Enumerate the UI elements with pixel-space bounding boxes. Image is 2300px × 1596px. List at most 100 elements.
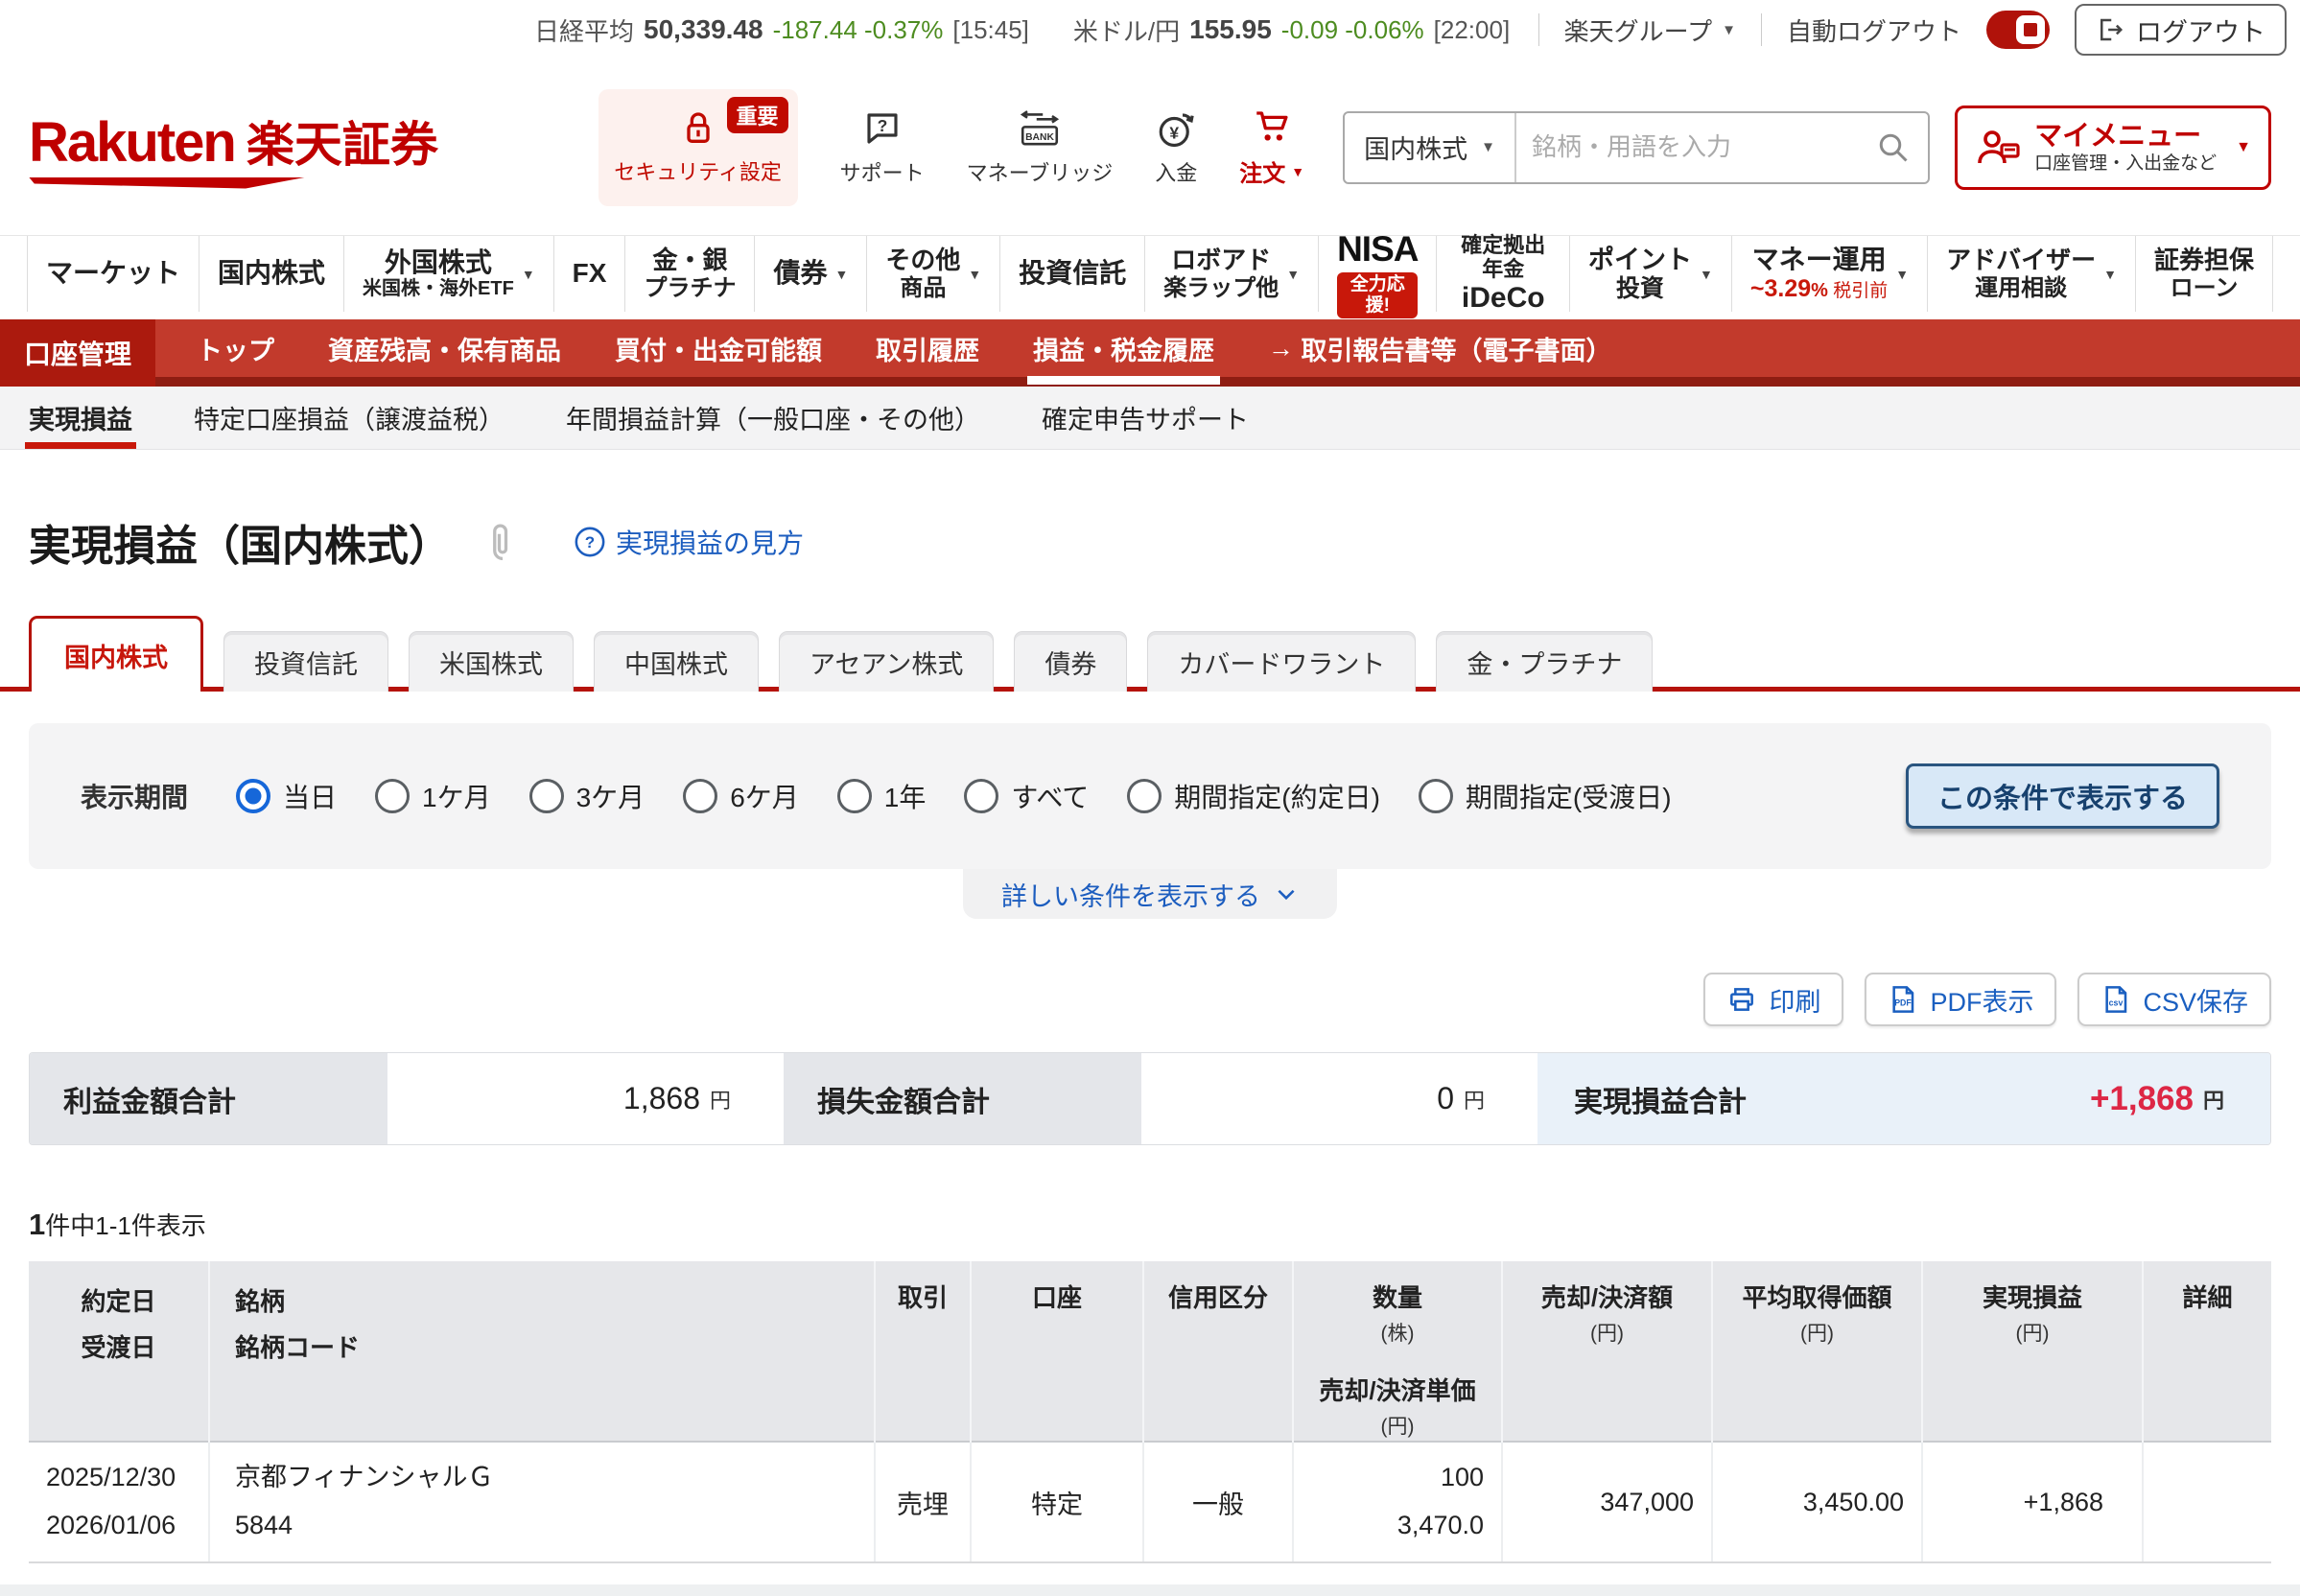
nav-item-account-management[interactable]: 口座管理 [0,319,155,387]
subtab-annual-pl[interactable]: 年間損益計算（一般口座・その他） [566,387,980,449]
radio-icon [683,779,717,813]
nikkei-time: [15:45] [952,15,1029,45]
col-trade: 取引 [875,1261,971,1442]
nav-item-advisor[interactable]: アドバイザー運用相談▼ [1927,236,2135,312]
help-link[interactable]: ? 実現損益の見方 [574,523,804,561]
nav-item-roboadvisor[interactable]: ロボアド楽ラップ他▼ [1144,236,1318,312]
svg-text:?: ? [585,533,595,552]
logout-button[interactable]: ログアウト [2075,4,2287,56]
radio-today[interactable]: 当日 [236,777,337,815]
nav-item-money-management[interactable]: マネー運用~3.29% 税引前▼ [1731,236,1927,312]
auto-logout-toggle[interactable] [1986,11,2050,49]
tab-domestic-stocks[interactable]: 国内株式 [29,616,203,692]
nav-item-point-investing[interactable]: ポイント投資▼ [1569,236,1731,312]
show-more-conditions-link[interactable]: 詳しい条件を表示する [963,869,1337,919]
nav-item-fx[interactable]: FX [553,236,625,312]
tab-bonds[interactable]: 債券 [1014,631,1127,692]
nav-item-ideco[interactable]: 確定拠出年金iDeCo [1436,236,1569,312]
nav-item-top[interactable]: トップ [197,319,274,377]
subtab-tax-filing-support[interactable]: 確定申告サポート [1042,387,1249,449]
radio-3months[interactable]: 3ケ月 [529,777,645,815]
print-button[interactable]: 印刷 [1703,973,1843,1026]
symbol-search-box: 国内株式 ▼ [1343,111,1930,184]
col-detail: 詳細 [2143,1261,2271,1442]
tab-asean-stocks[interactable]: アセアン株式 [779,631,994,692]
pl-summary-bar: 利益金額合計 1,868円 損失金額合計 0円 実現損益合計 +1,868円 [29,1052,2271,1145]
apply-filter-button[interactable]: この条件で表示する [1906,763,2219,829]
search-icon[interactable] [1859,130,1928,165]
yen-coin-icon: ¥ [1156,108,1196,149]
nav-item-other-products[interactable]: その他商品▼ [866,236,999,312]
usdjpy-time: [22:00] [1434,15,1511,45]
svg-text:¥: ¥ [1170,123,1180,142]
support-label: サポート [840,156,925,187]
radio-range-settle-date[interactable]: 期間指定(受渡日) [1419,777,1672,815]
important-badge: 重要 [727,97,788,133]
rakuten-group-dropdown[interactable]: 楽天グループ ▼ [1564,12,1736,48]
tab-mutual-funds[interactable]: 投資信託 [223,631,388,692]
my-menu-subtitle: 口座管理・入出金など [2034,153,2217,176]
chevron-down-icon: ▼ [968,267,981,282]
radio-icon [1127,779,1162,813]
radio-all[interactable]: すべて [964,777,1089,815]
nav-item-asset-balance[interactable]: 資産残高・保有商品 [328,319,561,377]
result-count: 1件中1-1件表示 [29,1207,2271,1242]
period-filter-label: 表示期間 [81,777,188,815]
nav-item-available-funds[interactable]: 買付・出金可能額 [615,319,822,377]
tab-china-stocks[interactable]: 中国株式 [594,631,759,692]
search-category-select[interactable]: 国内株式 ▼ [1345,113,1516,182]
money-bridge-button[interactable]: BANK マネーブリッジ [967,108,1114,187]
table-row: 2025/12/302026/01/06 京都フィナンシャルＧ5844 売埋 特… [29,1442,2271,1562]
subtab-realized-pl[interactable]: 実現損益 [29,387,132,449]
nav-item-gold-platinum[interactable]: 金・銀プラチナ [624,236,754,312]
product-tabs: 国内株式 投資信託 米国株式 中国株式 アセアン株式 債券 カバードワラント 金… [29,619,2271,692]
auto-logout-label: 自動ログアウト [1787,12,1961,48]
nav-item-bonds[interactable]: 債券▼ [754,236,866,312]
nav-item-market[interactable]: マーケット [27,236,199,312]
nav-item-trade-history[interactable]: 取引履歴 [876,319,979,377]
chevron-down-icon [1274,881,1299,906]
radio-1year[interactable]: 1年 [837,777,927,815]
radio-1month[interactable]: 1ケ月 [375,777,491,815]
usdjpy-quote: 米ドル/円 155.95 -0.09 -0.06% [22:00] [1073,12,1510,48]
bank-transfer-icon: BANK [1015,108,1065,149]
person-card-icon [1975,125,2021,171]
cell-account: 特定 [971,1442,1143,1562]
tab-us-stocks[interactable]: 米国株式 [409,631,574,692]
security-settings-button[interactable]: 重要 セキュリティ設定 [598,89,798,206]
cell-symbol: 京都フィナンシャルＧ5844 [209,1442,875,1562]
tab-covered-warrants[interactable]: カバードワラント [1147,631,1416,692]
logout-icon [2096,15,2124,44]
table-header-row: 約定日受渡日 銘柄銘柄コード 取引 口座 信用区分 数量(株)売却/決済単価(円… [29,1261,2271,1442]
order-label: 注文 [1239,154,1285,188]
cell-avg-price: 3,450.00 [1712,1442,1922,1562]
cell-margin-type: 一般 [1143,1442,1293,1562]
deposit-label: 入金 [1155,156,1197,187]
nav-item-foreign-stocks[interactable]: 外国株式米国株・海外ETF▼ [343,236,553,312]
printer-icon [1726,984,1757,1015]
nav-item-pl-tax-history[interactable]: 損益・税金履歴 [1033,319,1214,377]
pdf-view-button[interactable]: PDF PDF表示 [1865,973,2056,1026]
support-button[interactable]: ? サポート [840,108,925,187]
chevron-down-icon: ▼ [1291,164,1304,179]
nav-item-nisa[interactable]: NISA全力応援! [1318,236,1436,312]
nav-item-mutual-funds[interactable]: 投資信託 [999,236,1144,312]
nav-item-trade-reports[interactable]: → 取引報告書等（電子書面） [1268,319,1612,377]
radio-range-trade-date[interactable]: 期間指定(約定日) [1127,777,1380,815]
csv-save-button[interactable]: csv CSV保存 [2077,973,2271,1026]
chevron-down-icon: ▼ [2103,267,2117,282]
chevron-down-icon: ▼ [834,267,848,282]
cell-dates: 2025/12/302026/01/06 [29,1442,209,1562]
search-input[interactable] [1516,132,1859,162]
rakuten-logo[interactable]: Rakuten 楽天証券 [29,106,438,189]
nav-item-domestic-stocks[interactable]: 国内株式 [199,236,343,312]
my-menu-button[interactable]: マイメニュー 口座管理・入出金など ▼ [1955,106,2271,190]
chevron-down-icon: ▼ [1700,267,1713,282]
tab-gold-platinum[interactable]: 金・プラチナ [1436,631,1653,692]
radio-6months[interactable]: 6ケ月 [683,777,799,815]
paperclip-icon [481,521,524,563]
deposit-button[interactable]: ¥ 入金 [1155,108,1197,187]
nav-item-securities-loan[interactable]: 証券担保ローン [2135,236,2273,312]
order-button[interactable]: 注文 ▼ [1239,106,1304,188]
subtab-specific-account-pl[interactable]: 特定口座損益（譲渡益税） [194,387,505,449]
